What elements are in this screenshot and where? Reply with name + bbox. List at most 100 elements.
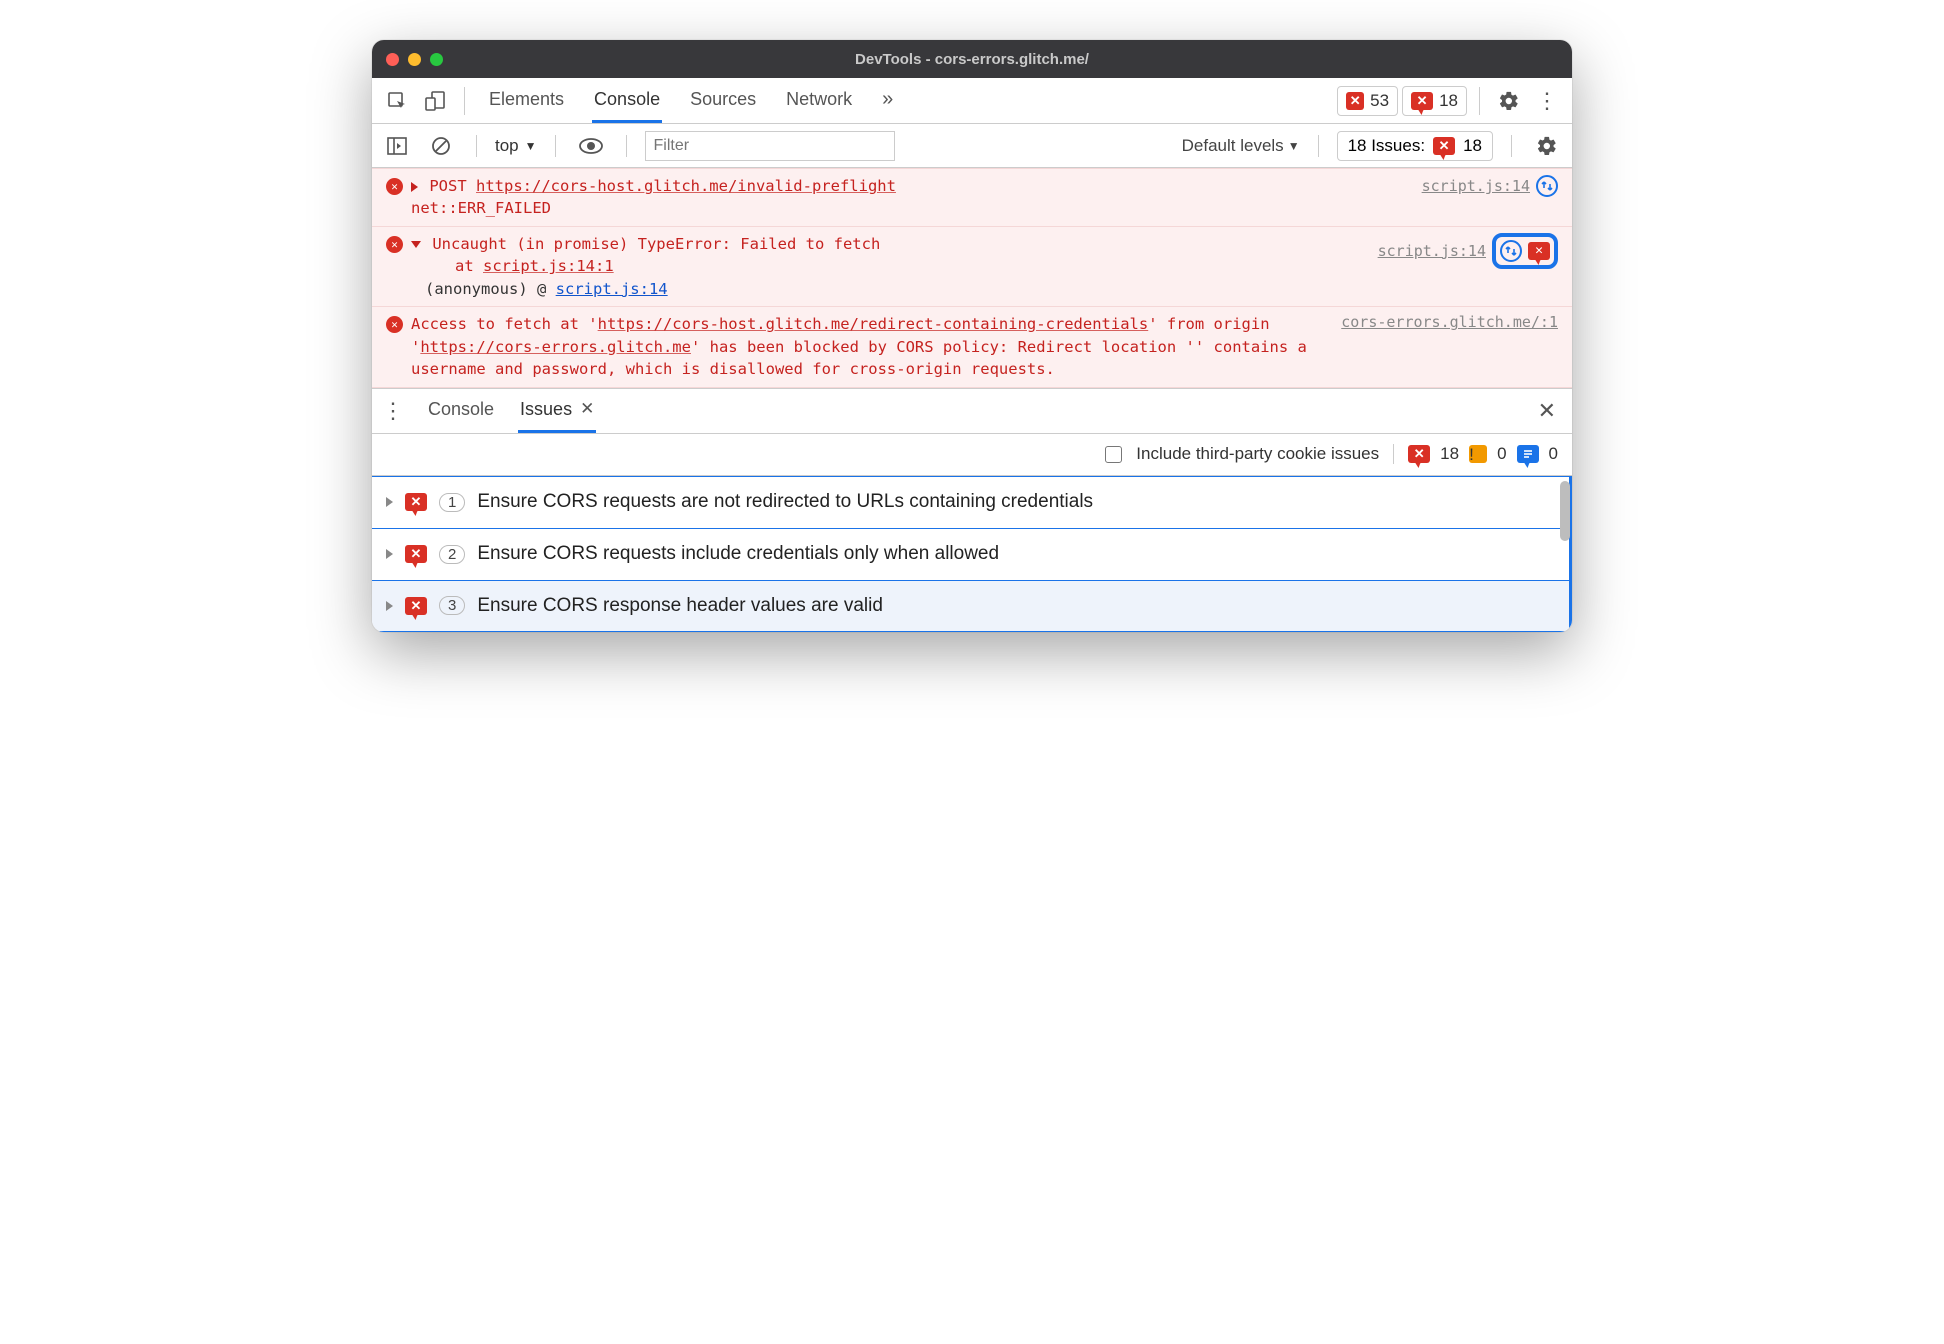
maximize-window-button[interactable] bbox=[430, 53, 443, 66]
filter-input[interactable] bbox=[645, 131, 895, 161]
titlebar: DevTools - cors-errors.glitch.me/ bbox=[372, 40, 1572, 78]
error-status: net::ERR_FAILED bbox=[411, 199, 551, 217]
levels-label: Default levels bbox=[1182, 136, 1284, 156]
drawer-tab-label: Issues bbox=[520, 399, 572, 420]
warning-issues-count: 0 bbox=[1497, 444, 1506, 464]
error-issues-icon: ✕ bbox=[1408, 445, 1430, 463]
issues-counts: ✕ 18 ! 0 0 bbox=[1393, 444, 1558, 464]
error-count: 53 bbox=[1370, 91, 1389, 111]
issue-count-badge: 3 bbox=[439, 596, 465, 615]
source-link[interactable]: script.js:14 bbox=[1378, 242, 1486, 260]
drawer-close-icon[interactable]: ✕ bbox=[1532, 398, 1562, 424]
console-error-row[interactable]: ✕ POST https://cors-host.glitch.me/inval… bbox=[372, 168, 1572, 226]
toggle-sidebar-icon[interactable] bbox=[380, 131, 414, 161]
drawer-tabs: ⋮ Console Issues ✕ ✕ bbox=[372, 388, 1572, 434]
drawer-more-icon[interactable]: ⋮ bbox=[382, 398, 404, 424]
anonymous-label: (anonymous) @ bbox=[411, 280, 556, 298]
window-title: DevTools - cors-errors.glitch.me/ bbox=[372, 51, 1572, 68]
request-url[interactable]: https://cors-host.glitch.me/invalid-pref… bbox=[476, 177, 896, 195]
tab-close-icon[interactable]: ✕ bbox=[580, 399, 594, 419]
issue-title: Ensure CORS response header values are v… bbox=[477, 595, 883, 617]
tab-console[interactable]: Console bbox=[592, 79, 662, 123]
message-source-group: script.js:14 bbox=[1422, 175, 1558, 197]
divider bbox=[1479, 87, 1480, 115]
close-window-button[interactable] bbox=[386, 53, 399, 66]
expand-icon[interactable] bbox=[411, 182, 418, 192]
issue-title: Ensure CORS requests are not redirected … bbox=[477, 491, 1093, 513]
stack-link[interactable]: script.js:14:1 bbox=[483, 257, 614, 275]
url1[interactable]: https://cors-host.glitch.me/redirect-con… bbox=[598, 315, 1149, 333]
divider bbox=[464, 87, 465, 115]
issues-summary-chip[interactable]: 18 Issues: ✕ 18 bbox=[1337, 131, 1493, 161]
issue-row[interactable]: ✕ 1 Ensure CORS requests are not redirec… bbox=[372, 476, 1572, 528]
tab-overflow[interactable]: » bbox=[880, 78, 895, 124]
expand-icon[interactable] bbox=[386, 497, 393, 507]
issue-count: 18 bbox=[1439, 91, 1458, 111]
info-issues-icon bbox=[1517, 445, 1539, 463]
issue-icon: ✕ bbox=[1433, 137, 1455, 155]
devtools-window: DevTools - cors-errors.glitch.me/ Elemen… bbox=[372, 40, 1572, 632]
include-3p-checkbox[interactable] bbox=[1105, 446, 1122, 463]
error-issues-count: 18 bbox=[1440, 444, 1459, 464]
divider bbox=[555, 135, 556, 157]
inspect-element-icon[interactable] bbox=[380, 86, 414, 116]
live-expression-icon[interactable] bbox=[574, 131, 608, 161]
issue-title: Ensure CORS requests include credentials… bbox=[477, 543, 999, 565]
warning-issues-icon: ! bbox=[1469, 445, 1487, 463]
console-settings-icon[interactable] bbox=[1530, 131, 1564, 161]
tab-network[interactable]: Network bbox=[784, 79, 854, 123]
drawer-tab-issues[interactable]: Issues ✕ bbox=[518, 389, 596, 433]
tab-sources[interactable]: Sources bbox=[688, 79, 758, 123]
issues-filter-bar: Include third-party cookie issues ✕ 18 !… bbox=[372, 434, 1572, 476]
source-link[interactable]: cors-errors.glitch.me/:1 bbox=[1341, 313, 1558, 331]
issues-list: ✕ 1 Ensure CORS requests are not redirec… bbox=[372, 476, 1572, 632]
issues-count: 18 bbox=[1463, 136, 1482, 156]
clear-console-icon[interactable] bbox=[424, 131, 458, 161]
error-icon: ✕ bbox=[386, 236, 403, 253]
error-title: Uncaught (in promise) TypeError: Failed … bbox=[432, 235, 880, 253]
console-messages: ✕ POST https://cors-host.glitch.me/inval… bbox=[372, 168, 1572, 388]
issue-row[interactable]: ✕ 2 Ensure CORS requests include credent… bbox=[372, 528, 1572, 580]
scrollbar-thumb[interactable] bbox=[1560, 481, 1570, 541]
main-tabs: Elements Console Sources Network » bbox=[477, 78, 905, 124]
log-levels-selector[interactable]: Default levels ▼ bbox=[1182, 136, 1300, 156]
tab-elements[interactable]: Elements bbox=[487, 79, 566, 123]
error-counter-chip[interactable]: ✕ 53 bbox=[1337, 86, 1398, 116]
issue-icon: ✕ bbox=[405, 597, 427, 615]
context-selector[interactable]: top ▼ bbox=[495, 136, 537, 156]
error-icon: ✕ bbox=[1346, 92, 1364, 110]
issue-row[interactable]: ✕ 3 Ensure CORS response header values a… bbox=[372, 580, 1572, 632]
collapse-icon[interactable] bbox=[411, 241, 421, 248]
info-issues-count: 0 bbox=[1549, 444, 1558, 464]
divider bbox=[1318, 135, 1319, 157]
toolbar-main: Elements Console Sources Network » ✕ 53 … bbox=[372, 78, 1572, 124]
chevron-down-icon: ▼ bbox=[1288, 139, 1300, 153]
anonymous-link[interactable]: script.js:14 bbox=[556, 280, 668, 298]
minimize-window-button[interactable] bbox=[408, 53, 421, 66]
chevron-down-icon: ▼ bbox=[525, 139, 537, 153]
console-toolbar: top ▼ Default levels ▼ 18 Issues: ✕ 18 bbox=[372, 124, 1572, 168]
more-menu-icon[interactable]: ⋮ bbox=[1530, 86, 1564, 116]
divider bbox=[1511, 135, 1512, 157]
issue-counter-chip[interactable]: ✕ 18 bbox=[1402, 86, 1467, 116]
console-error-row[interactable]: ✕ Uncaught (in promise) TypeError: Faile… bbox=[372, 226, 1572, 306]
console-error-row[interactable]: ✕ Access to fetch at 'https://cors-host.… bbox=[372, 306, 1572, 387]
source-link[interactable]: script.js:14 bbox=[1422, 177, 1530, 195]
issue-icon[interactable]: ✕ bbox=[1528, 242, 1550, 260]
issue-count-badge: 1 bbox=[439, 493, 465, 512]
device-toolbar-icon[interactable] bbox=[418, 86, 452, 116]
expand-icon[interactable] bbox=[386, 601, 393, 611]
drawer-tab-console[interactable]: Console bbox=[426, 389, 496, 433]
http-method: POST bbox=[429, 177, 466, 195]
network-request-icon[interactable] bbox=[1500, 240, 1522, 262]
url2[interactable]: https://cors-errors.glitch.me bbox=[420, 338, 691, 356]
expand-icon[interactable] bbox=[386, 549, 393, 559]
text: Access to fetch at ' bbox=[411, 315, 598, 333]
issue-count-badge: 2 bbox=[439, 545, 465, 564]
issue-icon: ✕ bbox=[1411, 92, 1433, 110]
issues-label: 18 Issues: bbox=[1348, 136, 1426, 156]
network-request-icon[interactable] bbox=[1536, 175, 1558, 197]
issue-icon: ✕ bbox=[405, 545, 427, 563]
message-source-group: script.js:14 ✕ bbox=[1378, 233, 1558, 269]
settings-icon[interactable] bbox=[1492, 86, 1526, 116]
